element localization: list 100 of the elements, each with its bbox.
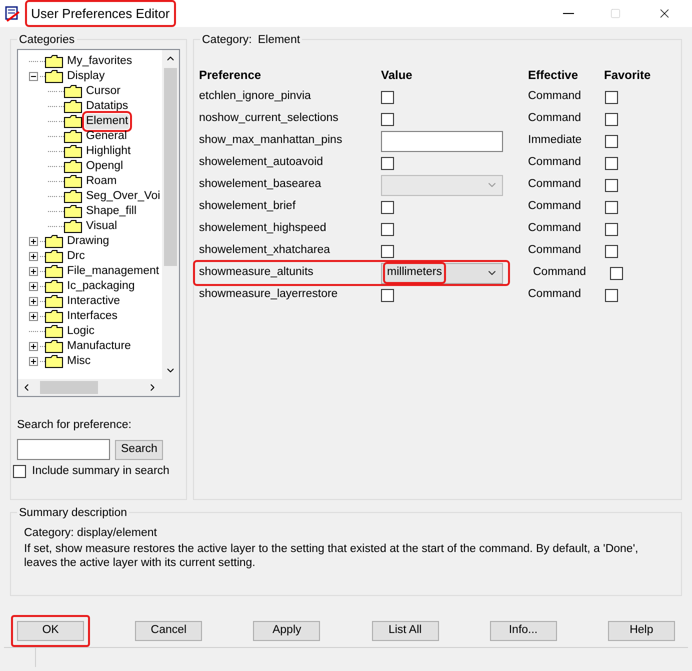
effective-cell-text: Command [528, 177, 582, 192]
folder-icon [45, 280, 63, 293]
tree-item[interactable]: My_favorites [66, 54, 134, 69]
tree-item[interactable]: Seg_Over_Voi [85, 189, 162, 204]
tree-item[interactable]: General [85, 129, 128, 144]
favorite-checkbox[interactable] [605, 222, 618, 236]
value-field[interactable] [381, 130, 503, 152]
preference-name: showmeasure_layerrestore [199, 287, 339, 302]
preference-name: showelement_xhatcharea [199, 243, 332, 258]
expand-icon[interactable] [28, 267, 38, 276]
folder-icon [64, 85, 82, 98]
value-checkbox[interactable] [381, 112, 394, 126]
value-checkbox[interactable] [381, 222, 394, 236]
expand-icon[interactable] [28, 282, 38, 291]
tree-item[interactable]: Shape_fill [85, 204, 138, 219]
dialog-button[interactable]: Help [608, 621, 675, 641]
tree-item[interactable]: File_management [66, 264, 160, 279]
effective-cell-text: Command [533, 265, 588, 280]
folder-icon [64, 160, 82, 173]
tree-line [48, 211, 56, 212]
preference-name: etchlen_ignore_pinvia [199, 89, 312, 104]
effective-cell-text: Command [528, 221, 582, 236]
column-header: Favorite [604, 67, 652, 84]
tree-item[interactable]: Drc [66, 249, 86, 264]
preference-name: showelement_basearea [199, 177, 322, 192]
dialog-button[interactable]: Info... [490, 621, 557, 641]
preference-name: showmeasure_altunits [199, 265, 314, 280]
effective-cell-text: Command [528, 243, 582, 258]
value-checkbox[interactable] [381, 244, 394, 258]
expand-icon[interactable] [28, 357, 38, 366]
tree-item[interactable]: Roam [85, 174, 118, 189]
tree-line [28, 331, 38, 332]
favorite-checkbox[interactable] [605, 200, 618, 214]
favorite-checkbox[interactable] [605, 90, 618, 104]
expand-icon[interactable] [28, 252, 38, 261]
favorite-checkbox[interactable] [605, 156, 618, 170]
favorite-checkbox[interactable] [605, 288, 618, 302]
preference-name: showelement_highspeed [199, 221, 328, 236]
tree-item[interactable]: Highlight [85, 144, 132, 159]
tree-item[interactable]: Interfaces [66, 309, 118, 324]
collapse-icon[interactable] [28, 72, 38, 81]
tree-line [28, 61, 38, 62]
expand-icon[interactable] [28, 312, 38, 321]
tree-item[interactable]: Logic [66, 324, 96, 339]
dialog-button[interactable]: List All [372, 621, 439, 641]
folder-icon [45, 355, 63, 368]
effective-cell-text: Command [528, 111, 582, 126]
column-header: Effective [528, 67, 580, 84]
dialog-button[interactable]: Apply [253, 621, 320, 641]
folder-icon [45, 340, 63, 353]
dialog-button[interactable]: Cancel [135, 621, 202, 641]
tree-item[interactable]: Drawing [66, 234, 110, 249]
value-checkbox[interactable] [381, 200, 394, 214]
tree-item[interactable]: Cursor [85, 84, 122, 99]
summary-text: If set, show measure restores the active layer to the setting that existed at the start of the command. By default, a 'Done', leaves the active layer with its current setting. [24, 542, 640, 570]
value-checkbox[interactable] [381, 156, 394, 170]
favorite-checkbox[interactable] [605, 244, 618, 258]
value-dropdown[interactable]: millimeters [381, 262, 503, 284]
preference-name: show_max_manhattan_pins [199, 133, 344, 148]
checkbox-label: Include summary in search [32, 464, 170, 480]
search-button[interactable]: Search [115, 440, 164, 460]
effective-cell-text: Command [528, 287, 582, 302]
minimize-icon [563, 13, 574, 14]
vertical-scrollbar[interactable] [162, 50, 179, 379]
tree-item[interactable]: Element [85, 114, 130, 129]
tree-item[interactable]: Manufacture [66, 339, 132, 354]
effective-cell-text: Command [528, 155, 582, 170]
tree-line [48, 91, 56, 92]
expand-icon[interactable] [28, 297, 38, 306]
column-header: Preference [199, 67, 262, 84]
include-summary-checkbox[interactable] [13, 465, 26, 478]
tree-line [48, 121, 56, 122]
folder-icon [64, 130, 82, 143]
folder-icon [64, 100, 82, 113]
folder-icon [45, 325, 63, 338]
tree-item[interactable]: Opengl [85, 159, 124, 174]
search-field[interactable] [17, 439, 110, 460]
summary-category: Category: display/element [24, 526, 158, 541]
tree-item[interactable]: Display [66, 69, 106, 84]
favorite-checkbox[interactable] [610, 266, 623, 280]
window-title: User Preferences Editor [27, 2, 174, 26]
favorite-checkbox[interactable] [605, 112, 618, 126]
effective-cell-text: Command [528, 199, 582, 214]
dialog-button[interactable]: OK [17, 621, 84, 641]
horizontal-scrollbar[interactable] [18, 379, 179, 396]
tree-item[interactable]: Interactive [66, 294, 122, 309]
value-checkbox[interactable] [381, 288, 394, 302]
preference-name: noshow_current_selections [199, 111, 340, 126]
tree-item[interactable]: Misc [66, 354, 92, 369]
folder-icon [64, 220, 82, 233]
tree-item[interactable]: Ic_packaging [66, 279, 136, 294]
tree-item[interactable]: Visual [85, 219, 118, 234]
folder-icon [45, 55, 63, 68]
tree-line [48, 181, 56, 182]
value-checkbox[interactable] [381, 90, 394, 104]
tree-item[interactable]: Datatips [85, 99, 130, 114]
favorite-checkbox[interactable] [605, 134, 618, 148]
column-header: Value [381, 67, 414, 84]
expand-icon[interactable] [28, 342, 38, 351]
expand-icon[interactable] [28, 237, 38, 246]
